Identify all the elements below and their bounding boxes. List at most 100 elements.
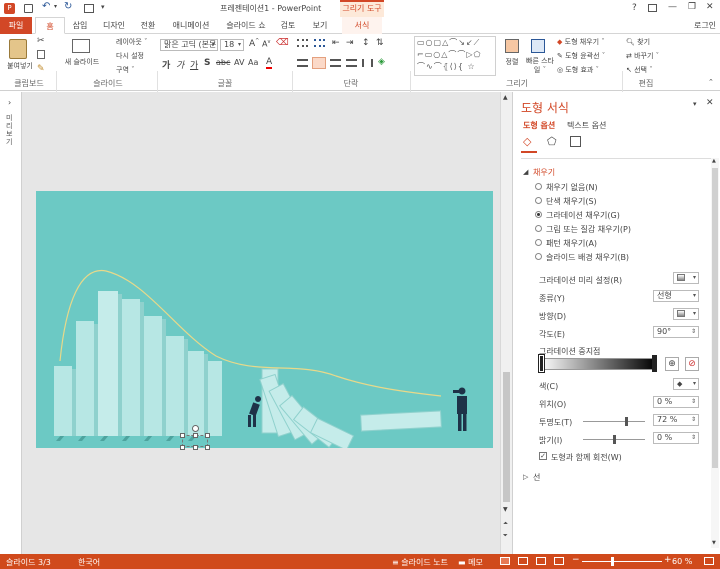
pane-scrollbar[interactable]: ▲ ▼ [711,158,719,548]
pane-scroll-down-icon[interactable]: ▼ [712,540,716,546]
strikethrough-icon[interactable]: abc [216,58,230,67]
scroll-up-icon[interactable]: ▲ [503,94,508,101]
pane-scroll-thumb[interactable] [712,168,718,468]
transparency-input[interactable]: 72 % ⇕ [653,414,699,426]
section-button[interactable]: 구역 ˇ [104,65,135,75]
cut-icon[interactable]: ✂ [37,36,45,46]
find-button[interactable]: 🔍︎ 찾기 [626,37,650,47]
preset-select[interactable]: ▾ [673,272,699,284]
normal-view-icon[interactable] [500,557,510,565]
effects-icon[interactable]: ⬠ [547,135,557,148]
fill-option-radio[interactable] [535,197,542,204]
zoom-in-icon[interactable]: + [664,555,672,565]
decrease-indent-icon[interactable]: ⇤ [332,38,340,48]
tab-animations[interactable]: 애니메이션 [166,17,216,34]
fill-option-label[interactable]: 단색 채우기(S) [546,196,597,207]
fill-option-radio[interactable] [535,239,542,246]
brightness-slider-thumb[interactable] [613,435,616,444]
undo-dropdown-icon[interactable]: ▾ [54,3,57,10]
underline-icon[interactable]: 가 [190,58,198,71]
help-button[interactable]: ? [632,3,637,13]
slide-canvas[interactable] [36,191,493,448]
slideshow-view-icon[interactable] [554,557,564,565]
fit-to-window-icon[interactable] [704,557,714,565]
reading-view-icon[interactable] [536,557,546,565]
select-button[interactable]: ↖ 선택 ˇ [626,65,653,75]
increase-indent-icon[interactable]: ⇥ [346,38,354,48]
shape-outline-button[interactable]: ✎ 도형 윤곽선 ˇ [557,51,605,61]
tab-shape-options[interactable]: 도형 옵션 [523,120,555,131]
line-spacing-icon[interactable]: ↕ [362,38,370,48]
tab-view[interactable]: 보기 [306,17,334,34]
new-slide-button[interactable]: 새 슬라이드 [60,37,102,77]
undo-icon[interactable]: ↶ [42,1,50,12]
resize-handle-icon[interactable] [180,433,185,438]
fill-option-label[interactable]: 그라데이션 채우기(G) [546,210,620,221]
add-stop-icon[interactable]: ⊕ [665,357,679,371]
zoom-out-icon[interactable]: − [572,555,580,565]
redo-icon[interactable]: ↻ [64,1,72,12]
tab-file[interactable]: 파일 [0,17,32,34]
scroll-thumb[interactable] [503,372,510,502]
arrange-button[interactable]: 정렬 [500,37,524,77]
layout-button[interactable]: 레이아웃 ˇ [104,37,148,47]
direction-select[interactable]: ▾ [673,308,699,320]
tab-insert[interactable]: 삽입 [66,17,94,34]
pane-options-icon[interactable]: ▾ [693,100,697,108]
resize-handle-icon[interactable] [205,445,210,450]
rotation-handle-icon[interactable] [192,425,199,432]
shape-fill-button[interactable]: ◆ 도형 채우기 ˇ [557,37,605,47]
language-indicator[interactable]: 한국어 [78,557,100,568]
close-button[interactable]: ✕ [706,2,714,12]
collapse-ribbon-icon[interactable]: ⌃ [708,78,714,86]
next-slide-icon[interactable]: ⏷ [503,532,508,540]
reset-button[interactable]: 다시 설정 [104,51,144,61]
position-input[interactable]: 0 % ⇕ [653,396,699,408]
font-size-select[interactable]: 18 ▾ [220,39,244,51]
align-left-icon[interactable] [297,59,308,67]
bullets-icon[interactable] [297,39,308,47]
tab-transitions[interactable]: 전환 [134,17,162,34]
color-picker[interactable]: ◆ ▾ [673,378,699,390]
fill-option-radio[interactable] [535,253,542,260]
vertical-scrollbar[interactable]: ▲ ▼ ⏶ ⏷ [500,92,512,554]
align-center-icon[interactable] [312,57,326,69]
tab-design[interactable]: 디자인 [98,17,130,34]
type-select[interactable]: 선형 ▾ [653,290,699,302]
zoom-slider-thumb[interactable] [611,557,614,566]
fill-line-icon[interactable]: ◇ [523,135,531,148]
save-icon[interactable] [24,4,33,13]
gradient-stop-right[interactable] [652,355,657,372]
shape-effects-button[interactable]: ◎ 도형 효과 ˇ [557,65,599,75]
paste-button[interactable]: 붙여넣기 [4,37,33,77]
columns-icon[interactable] [362,59,373,67]
zoom-level[interactable]: 60 % [672,557,692,566]
font-name-select[interactable]: 맑은 고딕 (본문 ▾ [160,39,218,51]
rotate-with-shape-checkbox[interactable]: ✓ [539,452,547,460]
fill-option-radio[interactable] [535,225,542,232]
prev-slide-icon[interactable]: ⏶ [503,520,508,528]
gradient-stop-left[interactable] [538,354,545,373]
fill-option-label[interactable]: 그림 또는 질감 채우기(P) [546,224,631,235]
italic-icon[interactable]: 가 [176,58,184,71]
expand-thumbnails-icon[interactable]: › [8,98,11,107]
char-spacing-icon[interactable]: AV [234,58,244,67]
comments-button[interactable]: ▬ 메모 [458,557,483,568]
fill-option-radio[interactable] [535,183,542,190]
copy-icon[interactable] [37,50,45,59]
gradient-stops-bar[interactable] [539,358,657,370]
change-case-icon[interactable]: Aa [248,58,258,67]
minimize-button[interactable]: — [668,2,677,12]
replace-button[interactable]: ⇄ 바꾸기 ˇ [626,51,659,61]
bold-icon[interactable]: 가 [162,58,170,71]
text-direction-icon[interactable]: ⇅ [376,38,384,48]
notes-button[interactable]: ≡ 슬라이드 노트 [392,557,448,568]
fill-collapse-icon[interactable]: ◢ [523,168,528,176]
quick-styles-button[interactable]: 빠른 스타일 ˇ [525,37,554,77]
tab-slideshow[interactable]: 슬라이드 쇼 [222,17,270,34]
zoom-slider[interactable] [582,561,662,562]
scroll-down-icon[interactable]: ▼ [503,506,508,513]
login-link[interactable]: 로그인 [690,17,720,34]
resize-handle-icon[interactable] [193,433,198,438]
transparency-slider-thumb[interactable] [625,417,628,426]
